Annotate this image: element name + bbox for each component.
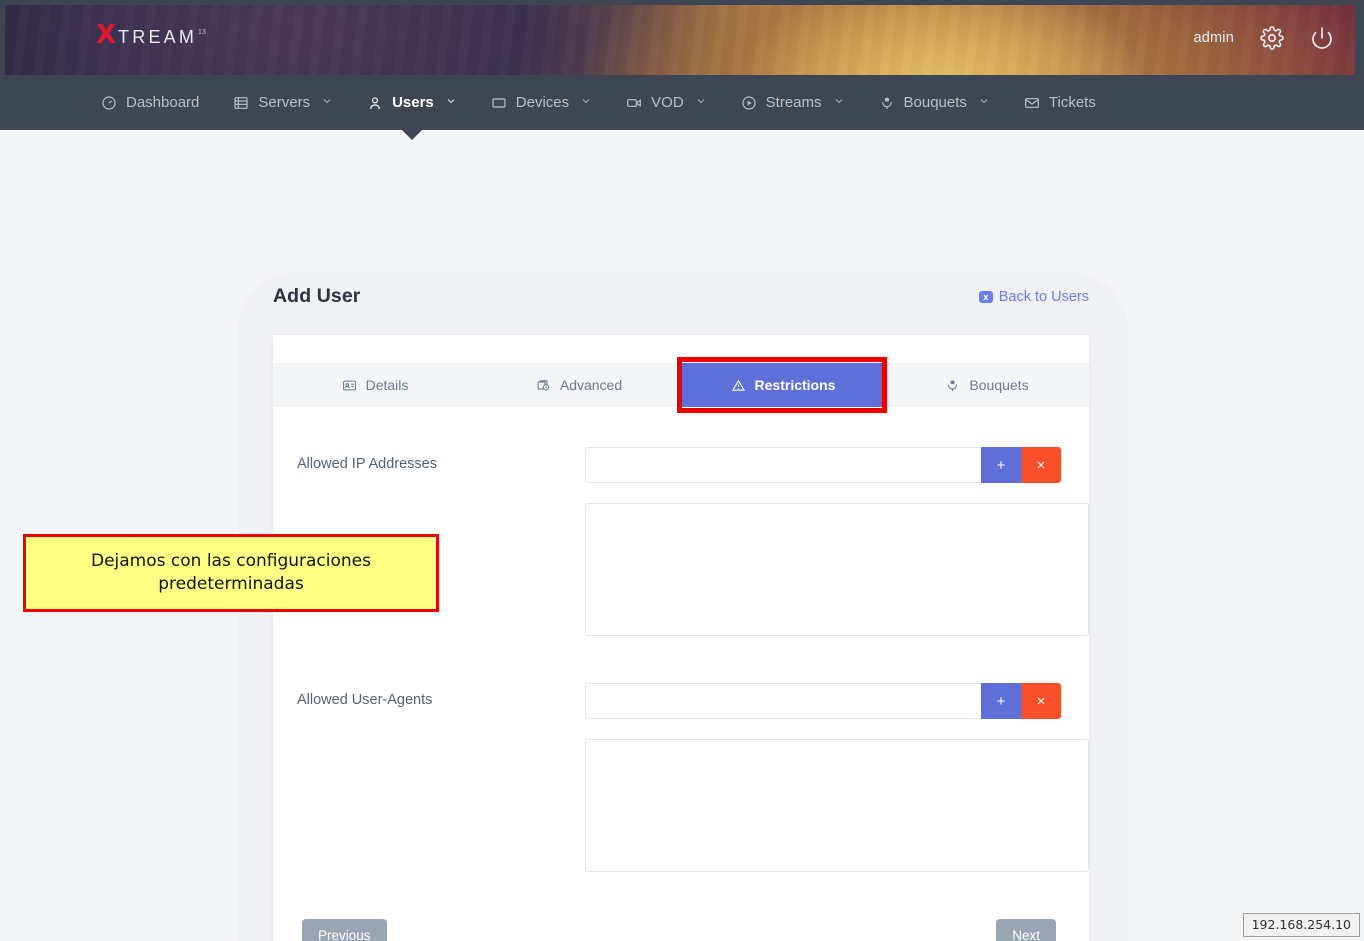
clock-box-icon [536, 378, 551, 393]
allowed-user-agents-list-wrap [585, 739, 1089, 877]
tab-label: Details [365, 377, 409, 393]
allowed-ip-delete-button[interactable]: × [1021, 447, 1061, 483]
allowed-ip-input[interactable] [585, 447, 981, 483]
add-user-card: Details Advanced Restrictions Bouquets A… [273, 335, 1089, 941]
nav-label: Tickets [1048, 94, 1096, 111]
main-navigation: Dashboard Servers Users Devices VOD Stre… [0, 75, 1364, 130]
nav-item-streams[interactable]: Streams [724, 75, 862, 130]
nav-label: Devices [515, 94, 570, 111]
current-user-label: admin [1193, 29, 1234, 46]
nav-label: Bouquets [903, 94, 967, 111]
envelope-icon [1024, 95, 1040, 111]
allowed-user-agents-input[interactable] [585, 683, 981, 719]
chevron-down-icon [445, 94, 457, 111]
bouquet-icon [945, 378, 960, 393]
chevron-down-icon [978, 94, 990, 111]
restrictions-form: Allowed IP Addresses + × Allowed User-Ag… [273, 407, 1089, 941]
allowed-user-agents-row: Allowed User-Agents + × [297, 683, 1061, 719]
tab-advanced[interactable]: Advanced [477, 363, 681, 407]
page-header: Add User x Back to Users [273, 285, 1089, 308]
previous-button[interactable]: Previous [302, 919, 387, 941]
servers-icon [233, 95, 249, 111]
bouquet-icon [879, 95, 895, 111]
wizard-navigation: Previous Next [297, 919, 1061, 941]
warning-triangle-icon [731, 378, 746, 393]
device-icon [491, 95, 507, 111]
nav-item-users[interactable]: Users [350, 75, 474, 130]
video-icon [626, 95, 642, 111]
allowed-ip-list-wrap [585, 503, 1089, 641]
tab-label: Restrictions [754, 377, 836, 393]
nav-label: Servers [258, 94, 311, 111]
nav-label: VOD [651, 94, 684, 111]
tab-bouquets[interactable]: Bouquets [885, 363, 1089, 407]
header-right-strip [1355, 0, 1364, 75]
page-title: Add User [273, 285, 361, 307]
nav-item-bouquets[interactable]: Bouquets [862, 75, 1007, 130]
header-actions: admin [1194, 0, 1335, 75]
tab-label: Advanced [559, 377, 623, 393]
power-icon[interactable] [1310, 26, 1334, 50]
nav-item-dashboard[interactable]: Dashboard [84, 75, 216, 130]
gear-icon[interactable] [1260, 25, 1284, 50]
allowed-user-agents-add-button[interactable]: + [981, 683, 1021, 719]
nav-item-servers[interactable]: Servers [216, 75, 350, 130]
close-icon: x [978, 290, 993, 303]
content-area: Add User x Back to Users Details Advance… [0, 130, 1364, 941]
chevron-down-icon [321, 94, 333, 111]
tab-label: Bouquets [969, 377, 1029, 393]
nav-label: Users [392, 94, 434, 111]
nav-item-vod[interactable]: VOD [609, 75, 724, 130]
brand-logo-text: TREAM [118, 27, 198, 47]
play-circle-icon [741, 95, 757, 111]
tab-details[interactable]: Details [273, 363, 477, 407]
brand-logo[interactable]: X TREAM 13 [96, 22, 206, 48]
dashboard-icon [101, 95, 117, 111]
app-header: X TREAM 13 admin [0, 0, 1364, 75]
allowed-ip-add-button[interactable]: + [981, 447, 1021, 483]
nav-item-tickets[interactable]: Tickets [1007, 75, 1113, 130]
card-top-spacer [273, 335, 1089, 363]
annotation-text: Dejamos con las configuraciones predeter… [90, 551, 371, 594]
id-card-icon [342, 378, 357, 393]
status-ip-address: 192.168.254.10 [1242, 913, 1360, 937]
allowed-ip-input-group: + × [585, 447, 1061, 483]
nav-label: Dashboard [126, 94, 200, 111]
back-to-users-label: Back to Users [998, 288, 1089, 305]
brand-logo-x: X [96, 20, 117, 50]
chevron-down-icon [580, 94, 592, 111]
allowed-user-agents-label: Allowed User-Agents [297, 692, 433, 708]
form-spacer [297, 641, 1061, 683]
brand-logo-superscript: 13 [198, 29, 206, 36]
allowed-user-agents-list-textarea[interactable] [585, 739, 1089, 872]
chevron-down-icon [833, 94, 845, 111]
allowed-ip-label: Allowed IP Addresses [297, 456, 437, 472]
user-icon [367, 95, 383, 111]
chevron-down-icon [695, 94, 707, 111]
header-top-strip [0, 0, 1364, 5]
tab-restrictions[interactable]: Restrictions [681, 363, 885, 407]
annotation-callout: Dejamos con las configuraciones predeter… [23, 534, 439, 612]
allowed-ip-list-textarea[interactable] [585, 503, 1089, 636]
header-left-strip [0, 0, 5, 75]
allowed-user-agents-input-group: + × [585, 683, 1061, 719]
back-to-users-link[interactable]: x Back to Users [978, 288, 1089, 305]
wizard-tabs: Details Advanced Restrictions Bouquets [273, 357, 1089, 413]
nav-item-devices[interactable]: Devices [474, 75, 609, 130]
allowed-ip-row: Allowed IP Addresses + × [297, 447, 1061, 483]
nav-label: Streams [765, 94, 822, 111]
next-button[interactable]: Next [996, 919, 1056, 941]
allowed-user-agents-delete-button[interactable]: × [1021, 683, 1061, 719]
